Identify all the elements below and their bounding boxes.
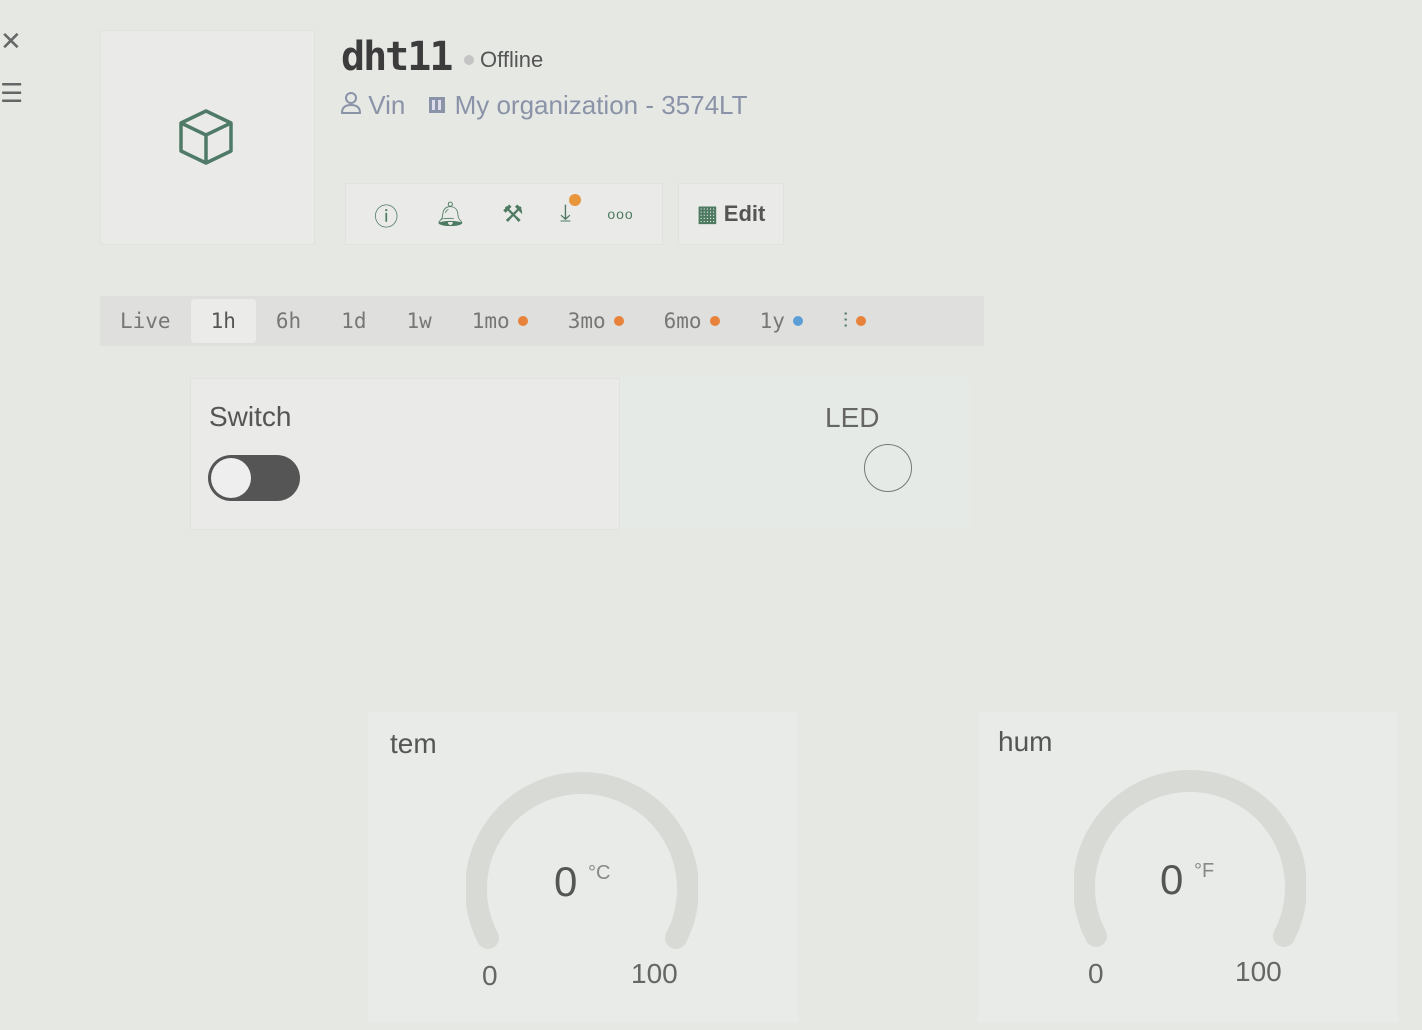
tab-3mo[interactable]: 3mo	[548, 299, 644, 343]
tab-label: 1mo	[471, 309, 510, 333]
tab-1mo[interactable]: 1mo	[452, 299, 548, 343]
hum-gauge-widget: hum 0 °F 0 100	[978, 712, 1398, 1022]
tab-dot	[613, 316, 624, 326]
tab-1w[interactable]: 1w	[386, 299, 451, 343]
tab-dot	[856, 316, 867, 326]
cube-icon	[179, 109, 233, 165]
edit-label: Edit	[723, 201, 766, 226]
tab-label: 6h	[275, 309, 302, 333]
tab-label: 1d	[341, 309, 367, 333]
status-dot	[464, 55, 474, 65]
tab-label: 6mo	[663, 309, 702, 333]
toggle-knob	[211, 458, 251, 498]
tab-6mo[interactable]: 6mo	[644, 299, 740, 343]
tab-6h[interactable]: 6h	[256, 299, 321, 343]
hum-max: 100	[1235, 956, 1282, 987]
owner-name: Vin	[368, 90, 406, 120]
hum-min: 0	[1088, 958, 1104, 989]
tab-1d[interactable]: 1d	[321, 299, 386, 343]
hum-unit: °F	[1194, 860, 1215, 882]
status-badge: Offline	[464, 47, 543, 73]
time-range-tabs: Live 1h 6h 1d 1w 1mo 3mo 6mo 1y ⫶	[100, 296, 984, 346]
tab-dot	[709, 316, 720, 326]
tools-icon[interactable]: ⚒	[502, 200, 524, 229]
tab-custom-range[interactable]: ⫶	[823, 299, 886, 343]
hum-gauge-arc	[1074, 770, 1306, 947]
tab-dot	[792, 316, 803, 326]
user-icon	[340, 92, 362, 114]
led-widget: LED	[620, 378, 970, 530]
device-title: dht11	[341, 34, 453, 80]
tab-dot	[517, 316, 528, 326]
hum-value: 0	[1160, 856, 1184, 903]
close-icon[interactable]: ✕	[0, 26, 22, 57]
device-image-card	[100, 30, 315, 245]
tem-label: tem	[390, 728, 437, 759]
hum-label: hum	[998, 726, 1053, 757]
bell-icon[interactable]: 🔔︎	[435, 200, 465, 229]
tab-Live[interactable]: Live	[100, 299, 191, 343]
tem-gauge-arc	[466, 772, 698, 949]
tem-min: 0	[482, 960, 498, 991]
tab-label: 1h	[210, 309, 236, 333]
device-toolbar: ⓘ 🔔︎ ⚒ ⤓ ooo	[345, 183, 663, 245]
led-label: LED	[825, 402, 880, 433]
info-icon[interactable]: ⓘ	[374, 197, 398, 232]
tab-label: 3mo	[567, 309, 606, 333]
edit-dashboard-icon: ▦	[697, 201, 718, 226]
led-indicator	[864, 444, 912, 492]
tab-1y[interactable]: 1y	[740, 299, 823, 343]
tem-unit: °C	[588, 862, 611, 884]
switch-toggle[interactable]	[208, 455, 300, 501]
notification-badge	[568, 194, 581, 206]
tem-value: 0	[554, 858, 578, 905]
tem-max: 100	[631, 958, 678, 989]
tab-label: 1y	[759, 309, 785, 333]
edit-button[interactable]: ▦ Edit	[678, 183, 784, 245]
owner-link[interactable]: Vin	[340, 90, 406, 121]
tem-gauge-widget: tem 0 °C 0 100	[368, 712, 798, 1022]
organization-name: My organization - 3574LT	[454, 90, 748, 120]
tab-label: Live	[120, 309, 171, 333]
building-icon	[429, 97, 446, 113]
more-icon[interactable]: ooo	[607, 206, 633, 222]
switch-widget: Switch	[190, 378, 620, 530]
tab-label: 1w	[406, 309, 432, 333]
switch-label: Switch	[209, 401, 292, 432]
hamburger-menu-icon[interactable]: ☰	[0, 78, 23, 109]
device-meta: Vin My organization - 3574LT	[340, 90, 747, 121]
download-icon[interactable]: ⤓	[560, 194, 581, 228]
tab-1h[interactable]: 1h	[190, 299, 256, 343]
sliders-icon: ⫶	[842, 308, 849, 333]
status-text: Offline	[480, 47, 544, 72]
organization-link[interactable]: My organization - 3574LT	[427, 90, 747, 121]
